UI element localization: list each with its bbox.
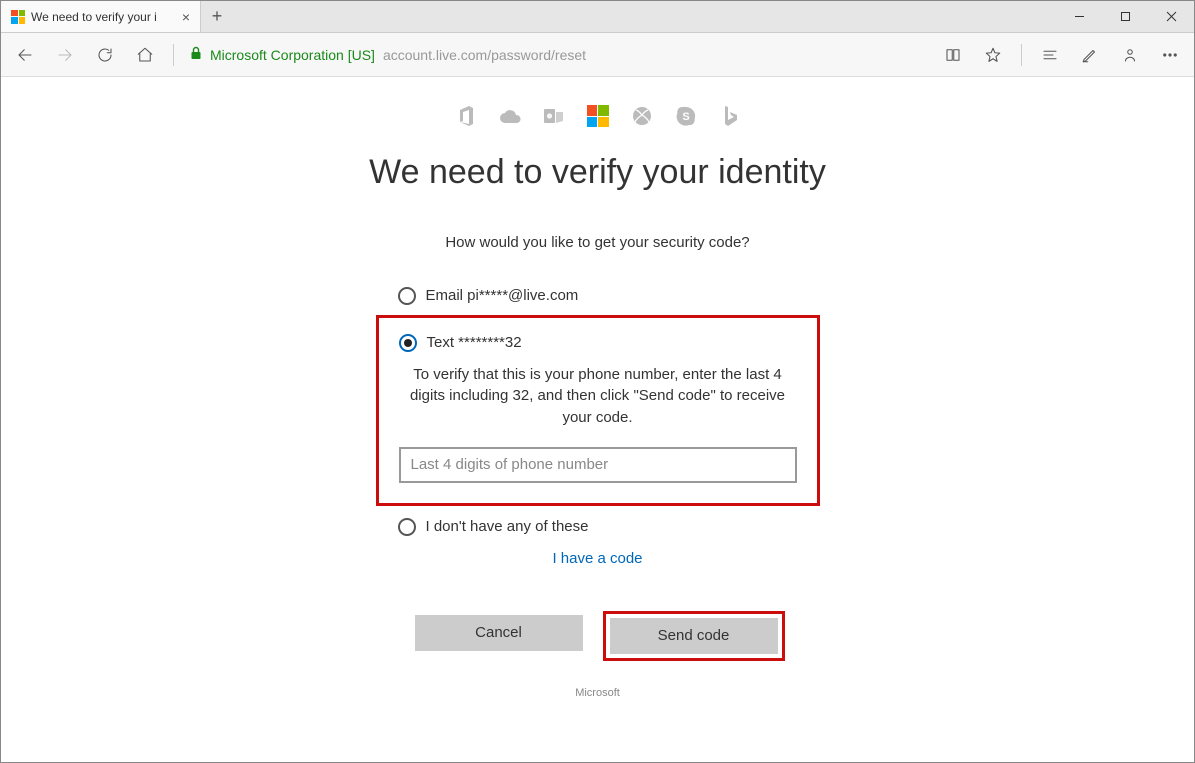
tab-close-icon[interactable]: × (182, 9, 190, 25)
verify-instruction: To verify that this is your phone number… (399, 364, 797, 429)
button-row: Cancel Send code (1, 611, 1194, 661)
address-bar[interactable]: Microsoft Corporation [US] account.live.… (186, 46, 929, 63)
option-text[interactable]: Text ********32 (399, 334, 797, 352)
nav-back-button[interactable] (9, 39, 41, 71)
more-button[interactable] (1154, 39, 1186, 71)
send-code-highlight: Send code (603, 611, 785, 661)
svg-text:S: S (682, 111, 689, 123)
radio-icon-selected (399, 334, 417, 352)
page-content: S We need to verify your identity How wo… (1, 77, 1194, 762)
nav-refresh-button[interactable] (89, 39, 121, 71)
window-titlebar: We need to verify your i × + (1, 1, 1194, 33)
phone-last4-input[interactable] (399, 447, 797, 483)
have-code-link[interactable]: I have a code (552, 550, 642, 567)
option-none-label: I don't have any of these (426, 518, 589, 535)
option-email-label: Email pi*****@live.com (426, 287, 579, 304)
option-text-label: Text ********32 (427, 334, 522, 351)
office-icon (455, 105, 477, 127)
favorites-button[interactable] (977, 39, 1009, 71)
new-tab-button[interactable]: + (201, 1, 233, 32)
service-icon-row: S (1, 105, 1194, 127)
toolbar-separator (173, 44, 174, 66)
page-subheading: How would you like to get your security … (1, 234, 1194, 251)
outlook-icon (543, 105, 565, 127)
cancel-button[interactable]: Cancel (415, 615, 583, 651)
microsoft-logo-icon (587, 105, 609, 127)
webnote-button[interactable] (1074, 39, 1106, 71)
onedrive-icon (499, 105, 521, 127)
verification-options: Email pi*****@live.com Text ********32 T… (398, 287, 798, 567)
radio-icon (398, 518, 416, 536)
share-button[interactable] (1114, 39, 1146, 71)
send-code-button[interactable]: Send code (610, 618, 778, 654)
footer-brand: Microsoft (1, 687, 1194, 699)
radio-icon (398, 287, 416, 305)
reading-view-button[interactable] (937, 39, 969, 71)
option-none[interactable]: I don't have any of these (398, 518, 798, 536)
lock-icon (190, 46, 202, 63)
tab-title: We need to verify your i (31, 10, 178, 24)
option-email[interactable]: Email pi*****@live.com (398, 287, 798, 305)
browser-tab[interactable]: We need to verify your i × (1, 1, 201, 32)
window-minimize-button[interactable] (1056, 1, 1102, 32)
browser-toolbar: Microsoft Corporation [US] account.live.… (1, 33, 1194, 77)
text-option-highlight: Text ********32 To verify that this is y… (376, 315, 820, 506)
toolbar-separator-2 (1021, 44, 1022, 66)
window-close-button[interactable] (1148, 1, 1194, 32)
bing-icon (719, 105, 741, 127)
certificate-label: Microsoft Corporation [US] (210, 47, 375, 63)
window-maximize-button[interactable] (1102, 1, 1148, 32)
nav-forward-button[interactable] (49, 39, 81, 71)
page-heading: We need to verify your identity (358, 151, 838, 194)
nav-home-button[interactable] (129, 39, 161, 71)
xbox-icon (631, 105, 653, 127)
window-controls (1056, 1, 1194, 32)
skype-icon: S (675, 105, 697, 127)
hub-button[interactable] (1034, 39, 1066, 71)
microsoft-favicon-icon (11, 10, 25, 24)
url-display: account.live.com/password/reset (383, 47, 586, 63)
